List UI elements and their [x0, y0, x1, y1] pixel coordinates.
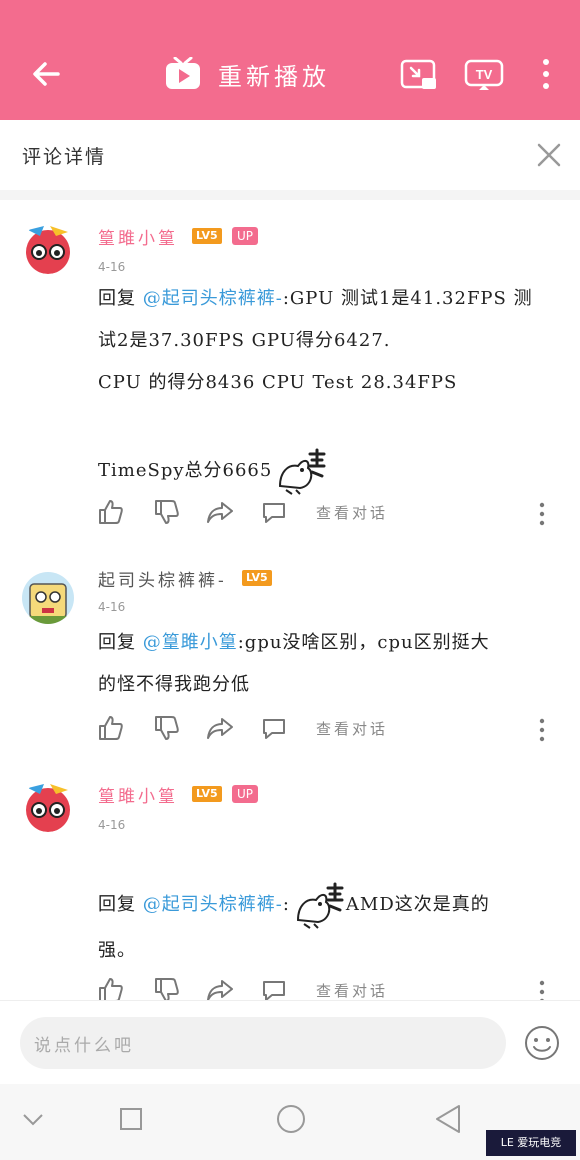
comment-text: 回复 @起司头棕裤裤-:GPU 测试1是41.32FPS 测 试2是37.30F…: [98, 278, 558, 496]
home-circle-icon[interactable]: [276, 1104, 306, 1134]
more-vertical-icon[interactable]: [538, 980, 546, 1001]
username[interactable]: 篁雎小篁: [98, 224, 178, 249]
back-arrow-icon[interactable]: [28, 56, 64, 92]
avatar-image: [22, 222, 74, 274]
tv-cast-icon[interactable]: TV: [464, 58, 504, 92]
comment-input-placeholder: 说点什么吧: [34, 1036, 134, 1056]
comment-item: 篁雎小篁 LV5 UP 4-16 回复 @起司头棕裤裤-: AMD这次是真的 强。…: [0, 758, 580, 1001]
more-vertical-icon[interactable]: [536, 56, 556, 92]
comment-line-text: :gpu没啥区别，cpu区别挺大: [237, 632, 490, 653]
share-icon[interactable]: [206, 498, 234, 526]
avatar-image: [22, 780, 74, 832]
comment-text: 回复 @篁雎小篁:gpu没啥区别，cpu区别挺大 的怪不得我跑分低: [98, 622, 558, 706]
share-icon[interactable]: [206, 976, 234, 1001]
level-badge: LV5: [192, 228, 222, 244]
comment-detail-header: 评论详情: [0, 120, 580, 191]
top-app-bar: 重新播放 TV: [0, 0, 580, 120]
like-icon[interactable]: [96, 976, 124, 1001]
mention-link[interactable]: @篁雎小篁: [143, 632, 238, 653]
view-dialog-link[interactable]: 查看对话: [316, 502, 388, 523]
comment-detail-title: 评论详情: [22, 146, 107, 168]
replay-title: 重新播放: [218, 62, 330, 91]
reply-prefix: 回复: [98, 288, 143, 309]
comment-line: 的怪不得我跑分低: [98, 674, 250, 695]
more-vertical-icon[interactable]: [538, 502, 546, 526]
comment-line-text: :GPU 测试1是41.32FPS 测: [282, 288, 533, 309]
mention-link[interactable]: @起司头棕裤裤-: [143, 894, 283, 915]
comment-item: 篁雎小篁 LV5 UP 4-16 回复 @起司头棕裤裤-:GPU 测试1是41.…: [0, 200, 580, 543]
avatar[interactable]: [22, 222, 74, 274]
comment-date: 4-16: [98, 260, 126, 274]
pigeon-emoji-icon: [296, 882, 344, 929]
up-badge: UP: [232, 227, 259, 245]
mention-link[interactable]: @起司头棕裤裤-: [143, 288, 283, 309]
back-triangle-icon[interactable]: [434, 1104, 462, 1134]
comment-input-bar: 说点什么吧: [0, 1000, 580, 1085]
like-icon[interactable]: [96, 498, 124, 526]
comment-line: [98, 404, 558, 446]
username[interactable]: 篁雎小篁: [98, 782, 178, 807]
section-divider: [0, 190, 580, 200]
comment-line: 回复 @起司头棕裤裤-: AMD这次是真的: [98, 880, 558, 930]
like-icon[interactable]: [96, 714, 124, 742]
comment-line: CPU 的得分8436 CPU Test 28.34FPS: [98, 372, 458, 393]
level-badge: LV5: [192, 786, 222, 802]
comment-line-text: AMD这次是真的: [345, 894, 490, 915]
tv-label: TV: [476, 67, 493, 82]
username[interactable]: 起司头棕裤裤-: [98, 566, 227, 591]
reply-prefix: 回复: [98, 632, 143, 653]
replay-title-group[interactable]: 重新播放: [164, 54, 330, 94]
dislike-icon[interactable]: [152, 498, 180, 526]
reply-prefix: 回复: [98, 894, 143, 915]
comment-date: 4-16: [98, 600, 126, 614]
recent-apps-icon[interactable]: [120, 1108, 142, 1130]
comment-line: 试2是37.30FPS GPU得分6427.: [98, 330, 391, 351]
reply-icon[interactable]: [260, 976, 288, 1001]
avatar[interactable]: [22, 780, 74, 832]
comment-line: 回复 @起司头棕裤裤-:GPU 测试1是41.32FPS 测: [98, 278, 558, 320]
comment-line-text: :: [282, 894, 290, 915]
comment-line: 强。: [98, 940, 136, 961]
level-badge: LV5: [242, 570, 272, 586]
watermark-logo: LE 爱玩电竞: [486, 1130, 576, 1156]
comment-input[interactable]: 说点什么吧: [20, 1017, 506, 1069]
view-dialog-link[interactable]: 查看对话: [316, 980, 388, 1000]
dislike-icon[interactable]: [152, 976, 180, 1001]
share-icon[interactable]: [206, 714, 234, 742]
comment-item: 起司头棕裤裤- LV5 4-16 回复 @篁雎小篁:gpu没啥区别，cpu区别挺…: [0, 542, 580, 759]
comment-line: TimeSpy总分6665: [98, 446, 558, 496]
close-icon[interactable]: [536, 142, 562, 168]
avatar[interactable]: [22, 572, 74, 624]
tv-logo-icon: [166, 57, 200, 89]
dislike-icon[interactable]: [152, 714, 180, 742]
comment-line: 回复 @篁雎小篁:gpu没啥区别，cpu区别挺大: [98, 622, 558, 664]
view-dialog-link[interactable]: 查看对话: [316, 718, 388, 739]
comment-line-text: TimeSpy总分6665: [98, 460, 273, 481]
comment-actions: 查看对话: [96, 976, 566, 1001]
reply-icon[interactable]: [260, 498, 288, 526]
comment-actions: 查看对话: [96, 498, 566, 528]
pigeon-emoji-icon: [279, 448, 326, 495]
cast-screen-icon[interactable]: [400, 58, 438, 92]
comment-text: 回复 @起司头棕裤裤-: AMD这次是真的 强。: [98, 880, 558, 972]
more-vertical-icon[interactable]: [538, 718, 546, 742]
emoji-icon[interactable]: [524, 1025, 560, 1061]
comment-actions: 查看对话: [96, 714, 566, 744]
reply-icon[interactable]: [260, 714, 288, 742]
chevron-down-icon[interactable]: [22, 1112, 44, 1128]
up-badge: UP: [232, 785, 259, 803]
comment-date: 4-16: [98, 818, 126, 832]
avatar-image: [22, 572, 74, 624]
